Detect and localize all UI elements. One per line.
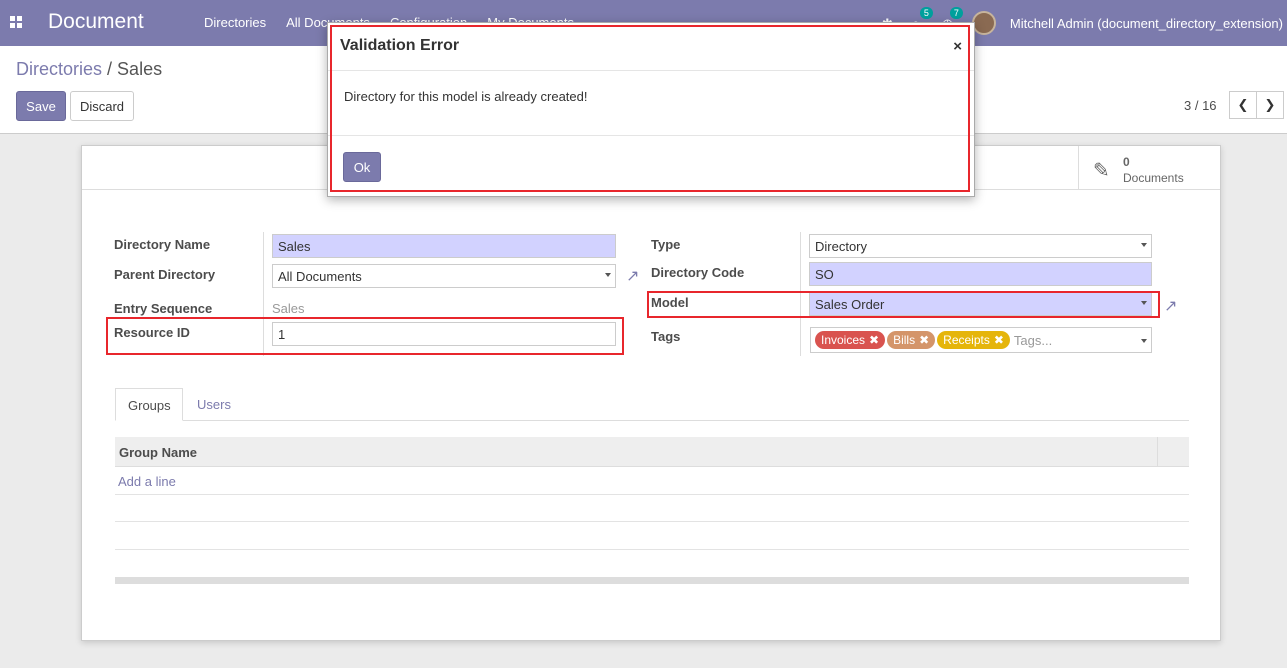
tag-bills[interactable]: Bills ✖ xyxy=(887,331,936,349)
chevron-right-icon: ❯ xyxy=(1264,97,1276,112)
table-header: Group Name xyxy=(115,437,1189,467)
model-highlight xyxy=(647,291,1160,318)
chevron-left-icon: ❮ xyxy=(1237,97,1249,112)
remove-tag-icon[interactable]: ✖ xyxy=(919,333,929,347)
notebook-tabs: Groups Users xyxy=(115,388,1189,421)
parent-directory-select[interactable]: All Documents xyxy=(272,264,616,288)
parent-directory-value: All Documents xyxy=(278,269,362,284)
tag-label: Bills xyxy=(893,333,916,347)
edit-icon: ✎ xyxy=(1093,160,1110,182)
column-group-name[interactable]: Group Name xyxy=(119,445,197,460)
breadcrumb-parent[interactable]: Directories xyxy=(16,59,102,79)
app-title: Document xyxy=(48,10,144,33)
form-sheet: ✎ 0 Documents Directory Name Sales Paren… xyxy=(81,145,1221,641)
resource-id-highlight xyxy=(106,317,624,355)
directory-code-label: Directory Code xyxy=(651,265,745,280)
tag-invoices[interactable]: Invoices ✖ xyxy=(815,331,886,349)
tab-users[interactable]: Users xyxy=(185,388,243,421)
user-menu[interactable]: Mitchell Admin (document_directory_exten… xyxy=(1010,16,1283,31)
dropdown-caret-icon xyxy=(1141,243,1147,247)
avatar[interactable] xyxy=(971,11,996,35)
dialog-highlight xyxy=(330,25,970,192)
parent-directory-label: Parent Directory xyxy=(114,267,216,282)
tags-input[interactable]: Invoices ✖ Bills ✖ Receipts ✖ Tags... xyxy=(810,327,1152,353)
breadcrumb-current: Sales xyxy=(117,59,163,79)
apps-menu-icon[interactable] xyxy=(10,16,24,28)
menu-directories[interactable]: Directories xyxy=(204,15,266,30)
column-divider xyxy=(1157,437,1158,467)
table-footer xyxy=(115,577,1189,584)
tag-label: Receipts xyxy=(943,333,990,347)
type-value: Directory xyxy=(815,239,868,254)
tag-label: Invoices xyxy=(821,333,866,347)
tags-label: Tags xyxy=(651,329,681,344)
validation-error-dialog: Validation Error × Directory for this mo… xyxy=(327,22,975,197)
directory-code-input[interactable]: SO xyxy=(809,262,1152,286)
pager-next-button[interactable]: ❯ xyxy=(1256,91,1284,119)
remove-tag-icon[interactable]: ✖ xyxy=(994,333,1004,347)
pager-previous-button[interactable]: ❮ xyxy=(1229,91,1257,119)
documents-stat-button[interactable]: ✎ 0 Documents xyxy=(1078,146,1220,190)
breadcrumb-separator: / xyxy=(102,59,118,79)
tab-groups[interactable]: Groups xyxy=(115,388,183,421)
documents-count: 0 xyxy=(1123,155,1130,169)
dropdown-caret-icon xyxy=(1141,339,1147,343)
directory-name-input[interactable]: Sales xyxy=(272,234,616,258)
remove-tag-icon[interactable]: ✖ xyxy=(869,333,879,347)
documents-label: Documents xyxy=(1123,171,1184,185)
table-row xyxy=(115,549,1189,550)
activities-badge: 7 xyxy=(949,7,963,19)
entry-sequence-value[interactable]: Sales xyxy=(272,301,305,316)
discard-button[interactable]: Discard xyxy=(70,91,134,121)
pager-value[interactable]: 3 / 16 xyxy=(1184,98,1217,113)
external-link-icon[interactable]: ↗ xyxy=(626,266,639,286)
messages-badge: 5 xyxy=(919,7,933,19)
tag-receipts[interactable]: Receipts ✖ xyxy=(937,331,1010,349)
directory-name-label: Directory Name xyxy=(114,237,211,252)
table-row xyxy=(115,521,1189,522)
breadcrumb: Directories / Sales xyxy=(16,59,162,80)
dropdown-caret-icon xyxy=(605,273,611,277)
type-label: Type xyxy=(651,237,681,252)
entry-sequence-label: Entry Sequence xyxy=(114,301,213,316)
table-row xyxy=(115,494,1189,495)
save-button[interactable]: Save xyxy=(16,91,66,121)
tags-placeholder[interactable]: Tags... xyxy=(1014,333,1052,348)
external-link-icon[interactable]: ↗ xyxy=(1164,296,1177,316)
type-select[interactable]: Directory xyxy=(809,234,1152,258)
add-line-link[interactable]: Add a line xyxy=(118,474,176,489)
